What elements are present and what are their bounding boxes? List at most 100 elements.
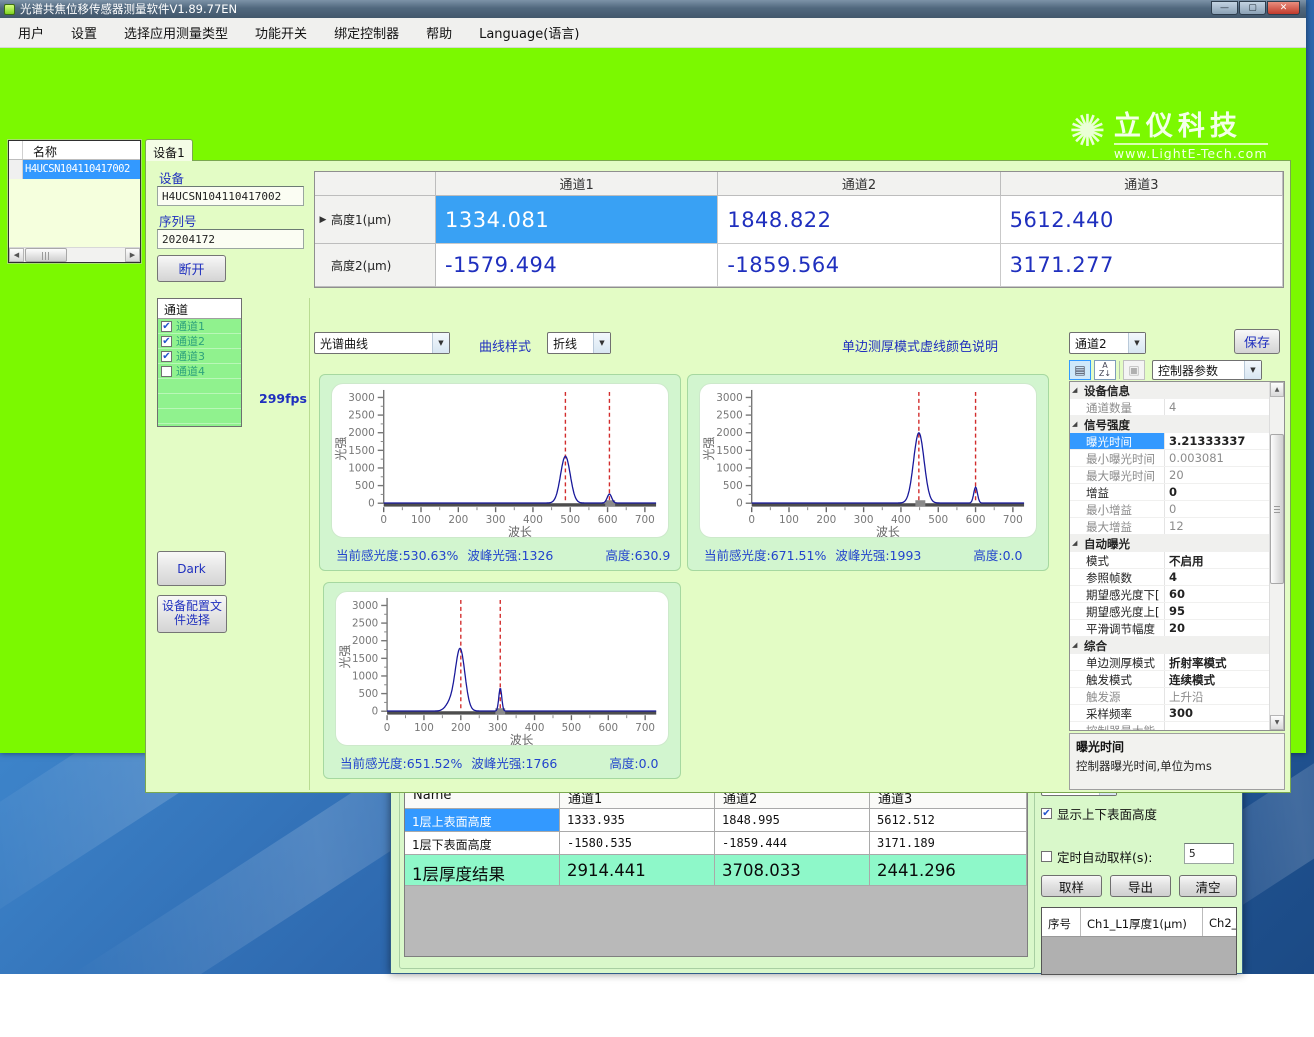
checkbox-checked-icon[interactable]: ✔ (161, 351, 172, 362)
scroll-up-icon[interactable]: ▲ (1270, 382, 1284, 397)
col-header-index[interactable]: 序号 (1042, 908, 1081, 936)
dashline-legend-link[interactable]: 单边测厚模式虚线颜色说明 (842, 336, 998, 355)
menu-item-3[interactable]: 选择应用测量类型 (124, 23, 228, 42)
property-row[interactable]: 期望感光度下[60 (1070, 586, 1269, 603)
collapse-triangle-icon[interactable]: ◢ (1072, 641, 1077, 649)
auto-sample-checkbox-row[interactable]: 定时自动取样(s): (1041, 847, 1152, 866)
config-file-button[interactable]: 设备配置文 件选择 (157, 595, 227, 633)
realtime-row-2[interactable]: 1层下表面高度-1580.535-1859.4443171.189 (405, 832, 1027, 855)
value-cell-ch2[interactable]: -1859.444 (715, 832, 870, 854)
sample-history-table[interactable]: 序号 Ch1_L1厚度1(μm) Ch2_ (1041, 907, 1237, 975)
dark-button[interactable]: Dark (157, 551, 226, 586)
row-name-cell[interactable]: 1层厚度结果 (405, 855, 560, 885)
show-surface-checkbox-row[interactable]: ✔ 显示上下表面高度 (1041, 804, 1157, 823)
curve-type-select[interactable]: 光谱曲线 ▼ (314, 332, 450, 354)
property-row[interactable]: 模式不启用 (1070, 552, 1269, 569)
value-cell-ch3[interactable]: 5612.512 (870, 809, 1027, 831)
alphabetical-sort-icon[interactable]: AZ↓ (1094, 360, 1116, 380)
scroll-right-icon[interactable]: ▶ (125, 248, 140, 262)
property-row[interactable]: 最大增益12 (1070, 518, 1269, 535)
device-list-hscrollbar[interactable]: ◀ ▶ (9, 247, 140, 262)
property-value[interactable]: 95 (1165, 603, 1269, 619)
property-value[interactable]: 4 (1165, 569, 1269, 585)
property-value[interactable]: 12 (1165, 518, 1269, 534)
device-list[interactable]: 名称 H4UCSN104110417002 ◀ ▶ (8, 140, 141, 263)
property-row[interactable]: 最小曝光时间0.003081 (1070, 450, 1269, 467)
minimize-button[interactable]: — (1211, 1, 1238, 15)
auto-sample-interval-input[interactable]: 5 (1184, 843, 1234, 864)
value-cell-ch1[interactable]: 2914.441 (560, 855, 715, 885)
realtime-row-3[interactable]: 1层厚度结果2914.4413708.0332441.296 (405, 855, 1027, 886)
height-table[interactable]: 通道1 通道2 通道3 ▶ 高度1(μm) 1334.081 1848.822 … (314, 171, 1284, 288)
close-button[interactable]: ✕ (1267, 1, 1300, 15)
menu-item-2[interactable]: 设置 (71, 23, 97, 42)
scrollbar-thumb[interactable] (1270, 434, 1284, 584)
property-value[interactable]: 4 (1165, 399, 1269, 415)
clear-button[interactable]: 清空 (1179, 875, 1237, 897)
device-list-item[interactable]: H4UCSN104110417002 (9, 160, 140, 179)
property-value[interactable]: 3.21333337 (1165, 433, 1269, 449)
property-row[interactable]: 触发模式连续模式 (1070, 671, 1269, 688)
property-row[interactable]: 触发源上升沿 (1070, 688, 1269, 705)
main-titlebar[interactable]: 光谱共焦位移传感器测量软件V1.89.77EN — ▢ ✕ (0, 0, 1306, 18)
row-name-cell[interactable]: 1层下表面高度 (405, 832, 560, 854)
device-name-field[interactable]: H4UCSN104110417002 (157, 186, 304, 206)
export-button[interactable]: 导出 (1110, 875, 1171, 897)
checkbox-checked-icon[interactable]: ✔ (1041, 808, 1052, 819)
tab-device1[interactable]: 设备1 (145, 139, 193, 161)
row-name-cell[interactable]: 1层上表面高度 (405, 809, 560, 831)
checkbox-unchecked-icon[interactable] (161, 366, 172, 377)
checkbox-checked-icon[interactable]: ✔ (161, 321, 172, 332)
channel-row-2[interactable]: ✔通道2 (158, 334, 241, 349)
scrollbar-thumb[interactable] (25, 248, 67, 262)
scroll-down-icon[interactable]: ▼ (1270, 715, 1284, 730)
channel-select[interactable]: 通道2 ▼ (1069, 332, 1146, 354)
property-row[interactable]: 最小增益0 (1070, 501, 1269, 518)
property-value[interactable]: 20 (1165, 620, 1269, 636)
property-row[interactable]: 单边测厚模式折射率模式 (1070, 654, 1269, 671)
menu-item-6[interactable]: 帮助 (426, 23, 452, 42)
parameter-group-select[interactable]: 控制器参数 ▼ (1152, 360, 1262, 380)
property-grid-body[interactable]: ◢设备信息通道数量4◢信号强度曝光时间3.21333337最小曝光时间0.003… (1069, 381, 1285, 731)
property-category[interactable]: ◢设备信息 (1070, 382, 1269, 399)
value-cell-ch2[interactable]: 3708.033 (715, 855, 870, 885)
channel-row-1[interactable]: ✔通道1 (158, 319, 241, 334)
serial-field[interactable]: 20204172 (157, 229, 304, 249)
save-button[interactable]: 保存 (1234, 329, 1280, 354)
height2-ch2-cell[interactable]: -1859.564 (718, 244, 1000, 287)
property-value[interactable]: 折射率模式 (1165, 654, 1269, 670)
menu-item-4[interactable]: 功能开关 (255, 23, 307, 42)
scroll-left-icon[interactable]: ◀ (9, 248, 24, 262)
height1-ch1-cell[interactable]: 1334.081 (436, 196, 718, 244)
height2-ch3-cell[interactable]: 3171.277 (1001, 244, 1283, 287)
value-cell-ch1[interactable]: 1333.935 (560, 809, 715, 831)
property-value[interactable]: 连续模式 (1165, 671, 1269, 687)
checkbox-checked-icon[interactable]: ✔ (161, 336, 172, 347)
property-category[interactable]: ◢信号强度 (1070, 416, 1269, 433)
menu-item-5[interactable]: 绑定控制器 (334, 23, 399, 42)
property-value[interactable]: 上升沿 (1165, 688, 1269, 704)
col-header-ch1-thickness[interactable]: Ch1_L1厚度1(μm) (1081, 908, 1203, 936)
value-cell-ch3[interactable]: 2441.296 (870, 855, 1027, 885)
property-value[interactable]: 60 (1165, 586, 1269, 602)
property-row[interactable]: 期望感光度上[95 (1070, 603, 1269, 620)
property-grid-vscrollbar[interactable]: ▲ ▼ (1269, 382, 1284, 730)
property-value[interactable] (1165, 722, 1269, 731)
value-cell-ch1[interactable]: -1580.535 (560, 832, 715, 854)
collapse-triangle-icon[interactable]: ◢ (1072, 539, 1077, 547)
property-category[interactable]: ◢自动曝光 (1070, 535, 1269, 552)
property-value[interactable]: 0.003081 (1165, 450, 1269, 466)
realtime-table[interactable]: Name 通道1 通道2 通道3 1层上表面高度1333.9351848.995… (404, 783, 1028, 957)
value-cell-ch3[interactable]: 3171.189 (870, 832, 1027, 854)
channel-row-3[interactable]: ✔通道3 (158, 349, 241, 364)
channel-row-4[interactable]: 通道4 (158, 364, 241, 379)
categorized-view-icon[interactable]: ▤ (1069, 360, 1091, 380)
property-value[interactable]: 20 (1165, 467, 1269, 483)
collapse-triangle-icon[interactable]: ◢ (1072, 386, 1077, 394)
property-value[interactable]: 不启用 (1165, 552, 1269, 568)
curve-style-select[interactable]: 折线 ▼ (547, 332, 611, 354)
col-header-ch2-thickness[interactable]: Ch2_ (1203, 908, 1236, 936)
checkbox-unchecked-icon[interactable] (1041, 851, 1052, 862)
menu-item-1[interactable]: 用户 (18, 23, 44, 42)
property-value[interactable]: 0 (1165, 484, 1269, 500)
